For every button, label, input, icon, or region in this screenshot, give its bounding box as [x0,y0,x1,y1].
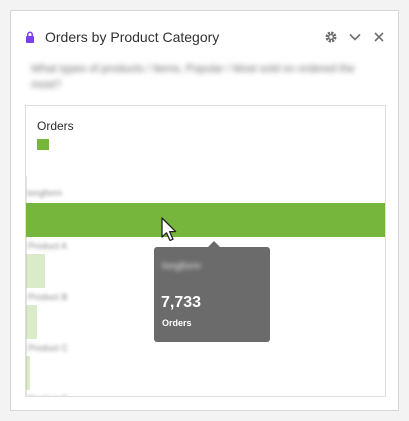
legend-series-label: Orders [37,119,74,133]
panel-title: Orders by Product Category [45,29,220,45]
lock-icon [26,31,34,43]
chevron-down-icon[interactable] [348,30,362,44]
chart-bar[interactable] [26,305,37,339]
header-actions [324,30,386,44]
panel-header: Orders by Product Category [25,27,386,47]
legend-swatch[interactable] [37,139,49,150]
chart-bar[interactable] [26,254,45,288]
freeform-panel: Orders by Product Category What types of… [10,10,399,411]
category-label: Product A [28,241,68,251]
category-label: Product B [28,292,68,302]
chart-tooltip: longform 7,733 Orders [154,241,270,342]
tooltip-arrow [208,241,220,247]
chart-bar[interactable] [26,203,385,237]
gear-icon[interactable] [324,30,338,44]
chart-bar[interactable] [26,356,30,390]
tooltip-value: 7,733 [161,294,202,311]
tooltip-category: longform [162,261,201,272]
mouse-pointer-icon [161,217,177,242]
category-label: Product D [28,394,68,396]
close-icon[interactable] [372,30,386,44]
tooltip-metric: Orders [162,318,192,328]
category-label: longform [27,188,63,198]
category-label: Product C [28,343,69,353]
panel-description: What types of products / Items, Popular … [31,63,355,91]
